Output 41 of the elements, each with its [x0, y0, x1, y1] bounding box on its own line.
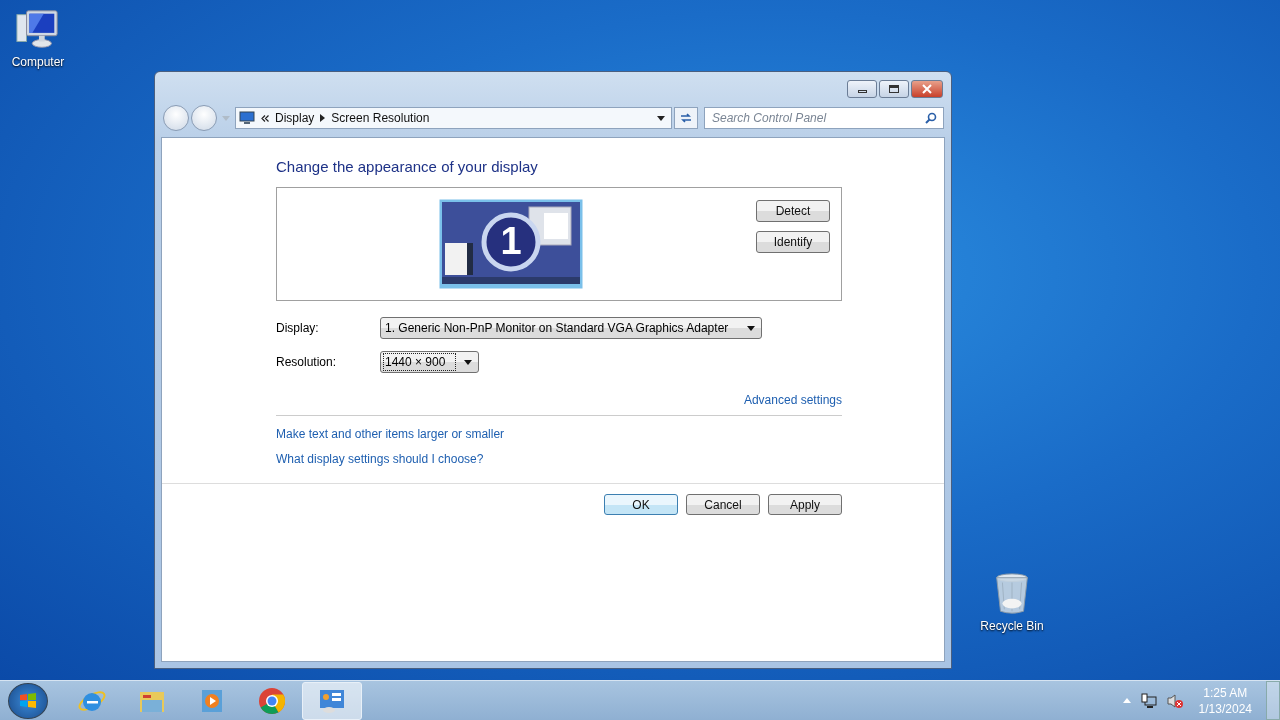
- dropdown-field[interactable]: 1. Generic Non-PnP Monitor on Standard VGA Graphics Adapter: [380, 317, 763, 339]
- minimize-button[interactable]: [847, 80, 877, 98]
- search-field[interactable]: Search Control Panel: [704, 107, 944, 129]
- dialog-button[interactable]: Apply: [768, 494, 842, 515]
- monitor-drawing[interactable]: [439, 199, 583, 289]
- preview-button[interactable]: Detect: [756, 200, 830, 222]
- monitor-icon: [239, 111, 255, 125]
- separator-arrow-icon[interactable]: [320, 114, 326, 122]
- search-icon[interactable]: [925, 112, 937, 124]
- forward-button[interactable]: [191, 105, 217, 131]
- double-chevron-icon[interactable]: [261, 114, 269, 122]
- control-panel-icon[interactable]: [302, 681, 362, 720]
- preview-button[interactable]: Identify: [756, 231, 830, 253]
- desktop-icon-label[interactable]: Recycle Bin: [980, 619, 1044, 633]
- field-label: Resolution:: [276, 355, 338, 369]
- desktop-icon-label[interactable]: Computer: [11, 55, 65, 69]
- close-icon[interactable]: [922, 84, 932, 94]
- dropdown-arrow-icon[interactable]: [464, 359, 473, 365]
- monitor-number: 1: [500, 220, 522, 262]
- dropdown-arrow-icon[interactable]: [747, 325, 756, 331]
- speaker-muted-icon[interactable]: [1166, 692, 1183, 709]
- dropdown-field[interactable]: 1440 × 900: [380, 351, 480, 373]
- dropdown-arrow-icon[interactable]: [657, 115, 665, 121]
- start-button[interactable]: [8, 682, 48, 719]
- breadcrumb-item[interactable]: Screen Resolution: [331, 111, 430, 125]
- breadcrumb-item[interactable]: Display: [275, 111, 315, 125]
- network-icon[interactable]: [1140, 692, 1157, 709]
- help-link[interactable]: Make text and other items larger or smaller: [276, 427, 505, 441]
- refresh-arrows-icon[interactable]: [679, 112, 693, 124]
- dialog-button[interactable]: Cancel: [686, 494, 760, 515]
- back-button[interactable]: [163, 105, 189, 131]
- help-link[interactable]: What display settings should I choose?: [276, 452, 484, 466]
- advanced-settings-link[interactable]: Advanced settings: [743, 393, 842, 407]
- address-bar[interactable]: Display Screen Resolution: [235, 107, 672, 129]
- field-label: Display:: [276, 321, 320, 335]
- maximize-button[interactable]: [879, 80, 909, 98]
- refresh-button[interactable]: [674, 107, 698, 129]
- page-heading: Change the appearance of your display: [276, 158, 539, 175]
- windows-logo-icon[interactable]: [18, 690, 38, 711]
- dialog-button[interactable]: OK: [604, 494, 678, 515]
- close-button[interactable]: [911, 80, 943, 98]
